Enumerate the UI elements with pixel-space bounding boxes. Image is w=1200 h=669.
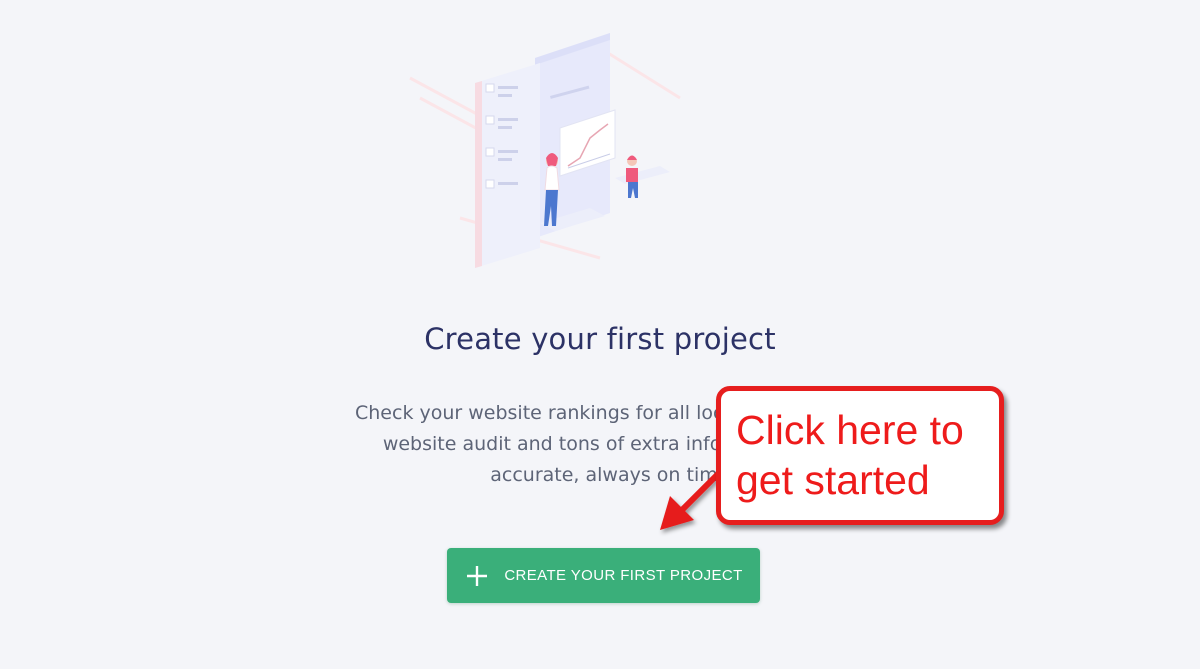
page-title: Create your first project [424, 322, 776, 356]
project-illustration [409, 33, 681, 268]
callout-line: Click here to [736, 407, 964, 453]
callout-line: get started [736, 457, 930, 503]
annotation-callout: Click here to get started [716, 386, 1004, 525]
create-first-project-button[interactable]: CREATE YOUR FIRST PROJECT [447, 548, 760, 603]
plus-icon [467, 565, 488, 586]
create-first-project-label: CREATE YOUR FIRST PROJECT [504, 567, 743, 584]
